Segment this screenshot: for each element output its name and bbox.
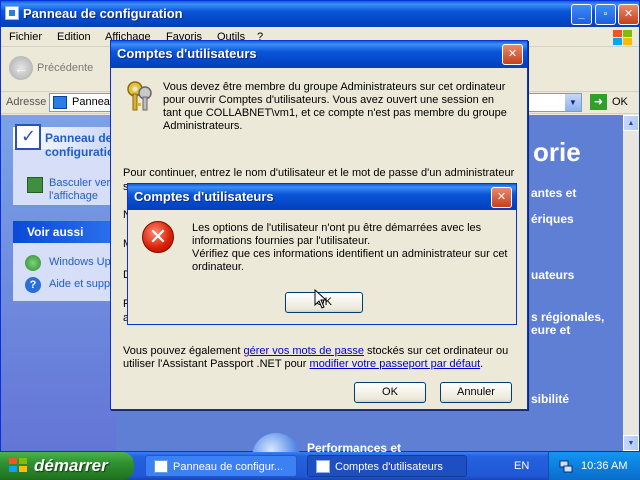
- go-arrow-icon: ➜: [590, 94, 607, 110]
- error-message-1: Les options de l'utilisateur n'ont pu êt…: [192, 222, 482, 247]
- menu-fichier[interactable]: Fichier: [9, 31, 42, 43]
- user-accounts-task-icon: [316, 460, 330, 473]
- windows-flag-icon: [611, 29, 633, 47]
- taskbar: démarrer Panneau de configur... Comptes …: [0, 452, 640, 480]
- mouse-cursor-icon: [314, 289, 328, 309]
- back-arrow-icon: ←: [9, 56, 33, 80]
- scroll-up-icon[interactable]: ▲: [623, 115, 639, 131]
- language-indicator[interactable]: EN: [514, 460, 529, 472]
- help-icon: ?: [25, 277, 41, 293]
- go-label: OK: [612, 96, 628, 108]
- system-tray: 10:36 AM: [548, 452, 640, 480]
- vertical-scrollbar[interactable]: ▲ ▼: [623, 115, 639, 451]
- see-also-title: Voir aussi: [27, 225, 84, 239]
- error-message-2: Vérifiez que ces informations identifien…: [192, 248, 508, 273]
- back-button[interactable]: ← Précédente: [9, 56, 119, 82]
- switch-view-icon: [27, 177, 43, 193]
- control-panel-task-icon: [154, 460, 168, 473]
- start-label: démarrer: [34, 456, 108, 475]
- continue-instructions: Pour continuer, entrez le nom d'utilisat…: [123, 167, 515, 179]
- task-pane: Panneau de configuration Basculer vers l…: [1, 115, 123, 451]
- manage-passwords-link[interactable]: gérer vos mots de passe: [243, 345, 363, 357]
- error-dialog-close-button[interactable]: ✕: [491, 187, 512, 208]
- user-accounts-close-button[interactable]: ✕: [502, 44, 523, 65]
- maximize-button[interactable]: ▫: [595, 4, 616, 25]
- control-panel-box: Panneau de configuration Basculer vers l…: [13, 124, 123, 205]
- taskbar-item-control-panel-label: Panneau de configur...: [173, 461, 284, 473]
- control-panel-icon: [15, 124, 41, 150]
- address-dropdown-button[interactable]: ▼: [565, 94, 581, 111]
- category-text-4[interactable]: s régionales,: [531, 310, 604, 324]
- back-label: Précédente: [37, 62, 94, 74]
- see-also-header[interactable]: Voir aussi: [13, 221, 123, 243]
- user-accounts-ok-button[interactable]: OK: [354, 382, 426, 403]
- control-panel-window-icon: [5, 6, 19, 20]
- see-also-box: Voir aussi Windows Update ? Aide et supp…: [13, 221, 123, 301]
- menu-edition[interactable]: Edition: [57, 31, 91, 43]
- passport-message: Vous pouvez également gérer vos mots de …: [123, 345, 519, 371]
- start-button[interactable]: démarrer: [0, 452, 134, 480]
- windows-update-icon: [25, 255, 41, 271]
- go-button[interactable]: ➜ OK: [590, 93, 638, 112]
- error-dialog-title: Comptes d'utilisateurs: [134, 189, 274, 204]
- passport-text-post: .: [480, 358, 484, 370]
- taskbar-item-user-accounts[interactable]: Comptes d'utilisateurs: [307, 455, 467, 477]
- category-text-2[interactable]: ériques: [531, 212, 574, 226]
- address-label: Adresse: [6, 96, 47, 108]
- category-text-1[interactable]: antes et: [531, 186, 576, 200]
- scroll-down-icon[interactable]: ▼: [623, 435, 639, 451]
- windows-logo-icon: [9, 458, 29, 474]
- help-support-link[interactable]: Aide et support: [49, 278, 115, 290]
- network-icon[interactable]: [559, 459, 573, 473]
- folder-icon: [53, 96, 67, 109]
- user-accounts-title: Comptes d'utilisateurs: [117, 46, 257, 61]
- passport-text-pre: Vous pouvez également: [123, 345, 244, 357]
- user-accounts-cancel-button[interactable]: Annuler: [440, 382, 512, 403]
- taskbar-item-control-panel[interactable]: Panneau de configur...: [145, 455, 297, 477]
- error-dialog-title-bar[interactable]: Comptes d'utilisateurs ✕: [128, 184, 516, 210]
- windows-update-link[interactable]: Windows Update: [49, 256, 115, 268]
- error-x-icon: ✕: [142, 221, 174, 253]
- control-panel-title-bar[interactable]: Panneau de configuration _ ▫ ✕: [1, 1, 639, 27]
- category-text-3[interactable]: uateurs: [531, 268, 574, 282]
- control-panel-title: Panneau de configuration: [23, 6, 183, 21]
- admin-required-message: Vous devez être membre du groupe Adminis…: [163, 81, 507, 132]
- taskbar-item-user-accounts-label: Comptes d'utilisateurs: [335, 461, 443, 473]
- clock[interactable]: 10:36 AM: [581, 460, 627, 472]
- minimize-button[interactable]: _: [571, 4, 592, 25]
- change-passport-link[interactable]: modifier votre passeport par défaut: [310, 358, 481, 370]
- category-heading: orie: [533, 137, 581, 167]
- category-text-6[interactable]: sibilité: [531, 392, 569, 406]
- user-accounts-title-bar[interactable]: Comptes d'utilisateurs ✕: [111, 41, 527, 68]
- category-text-5[interactable]: eure et: [531, 323, 570, 337]
- close-button[interactable]: ✕: [618, 4, 639, 25]
- keys-icon: [127, 81, 152, 111]
